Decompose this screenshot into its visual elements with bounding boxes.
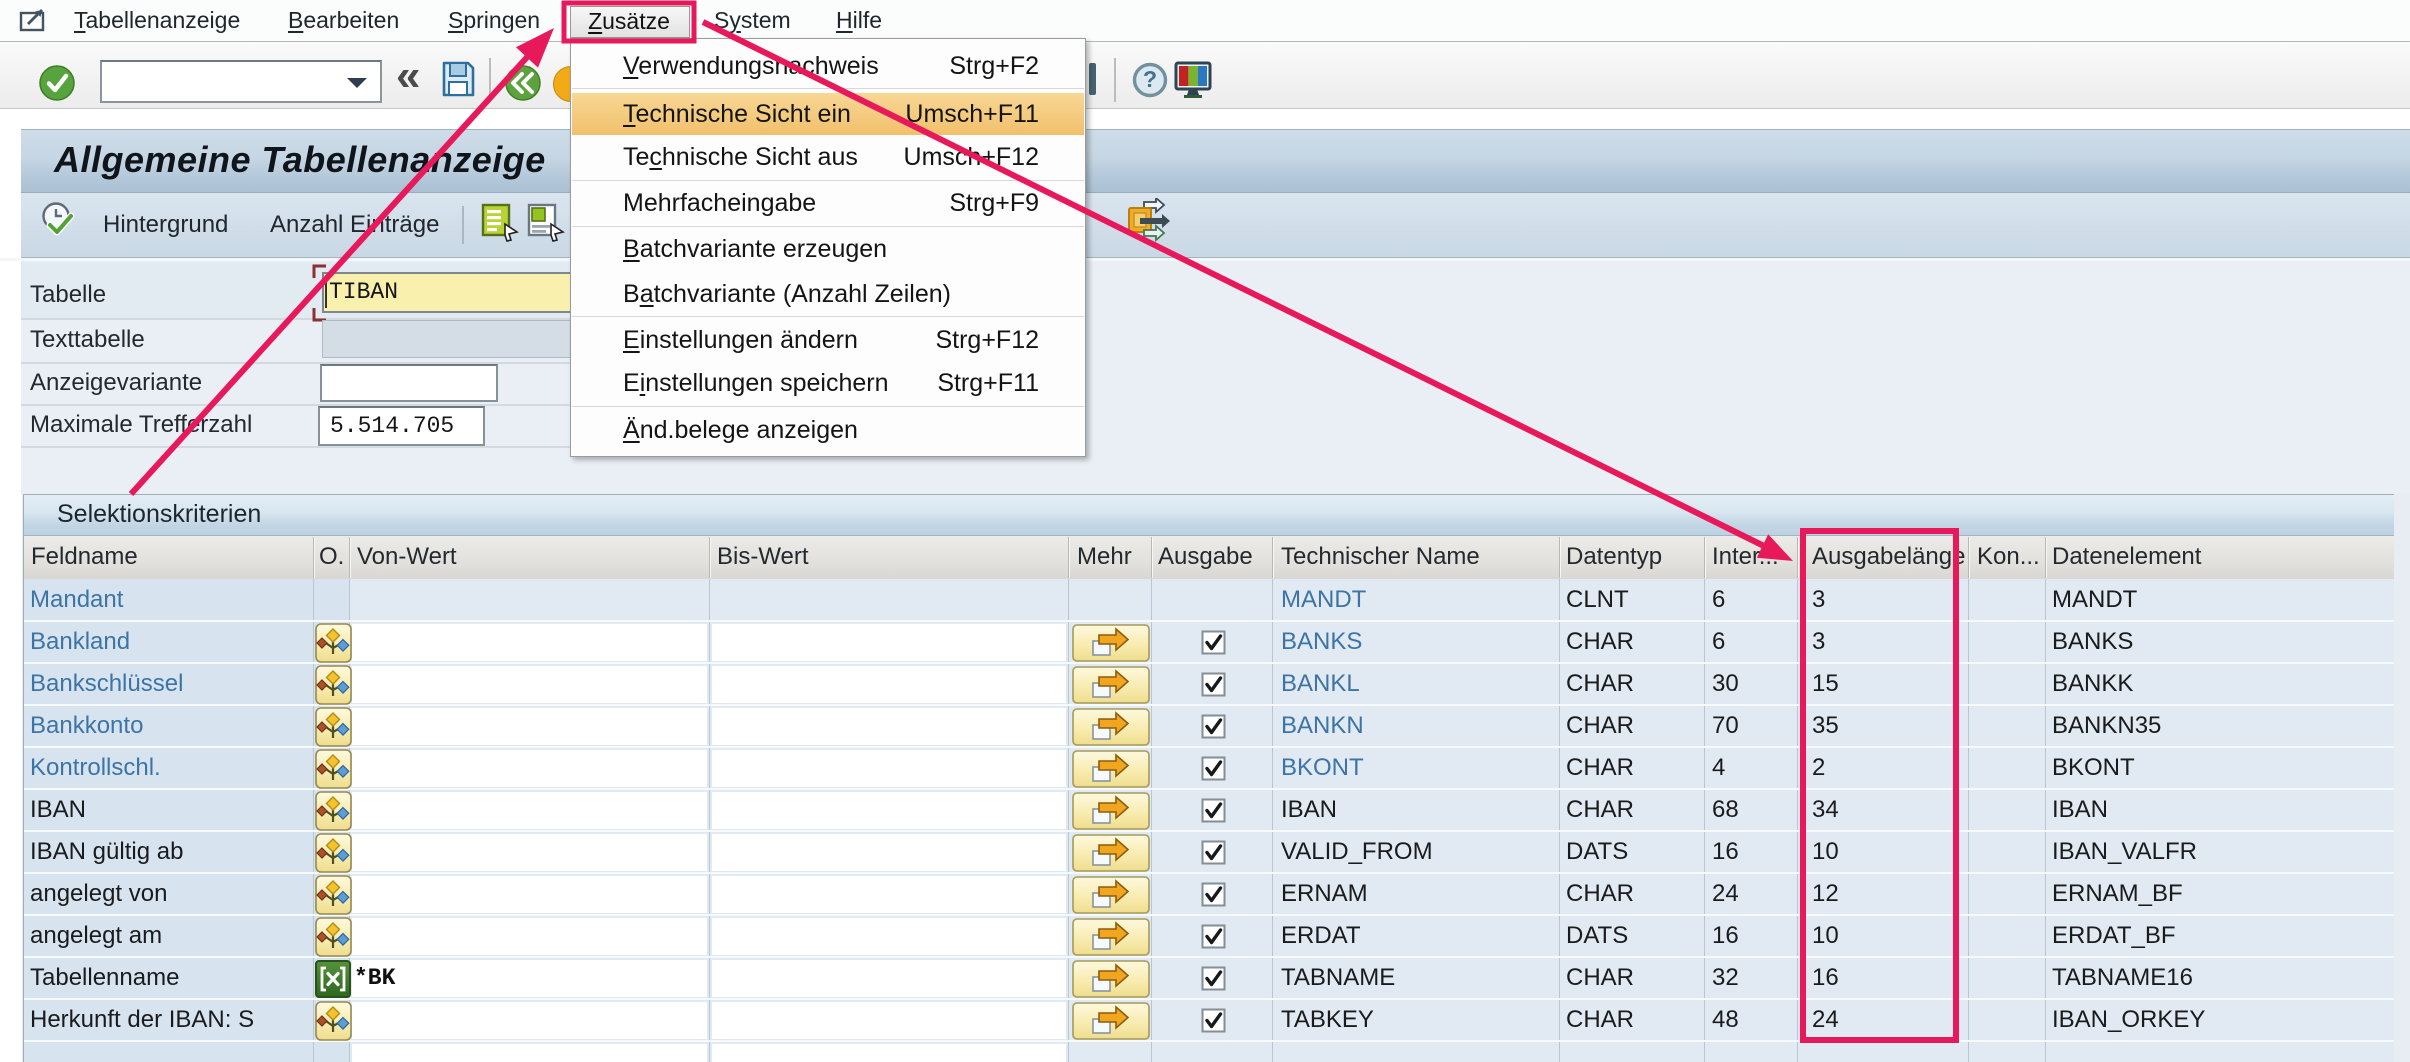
svg-text:?: ?: [1143, 66, 1157, 92]
